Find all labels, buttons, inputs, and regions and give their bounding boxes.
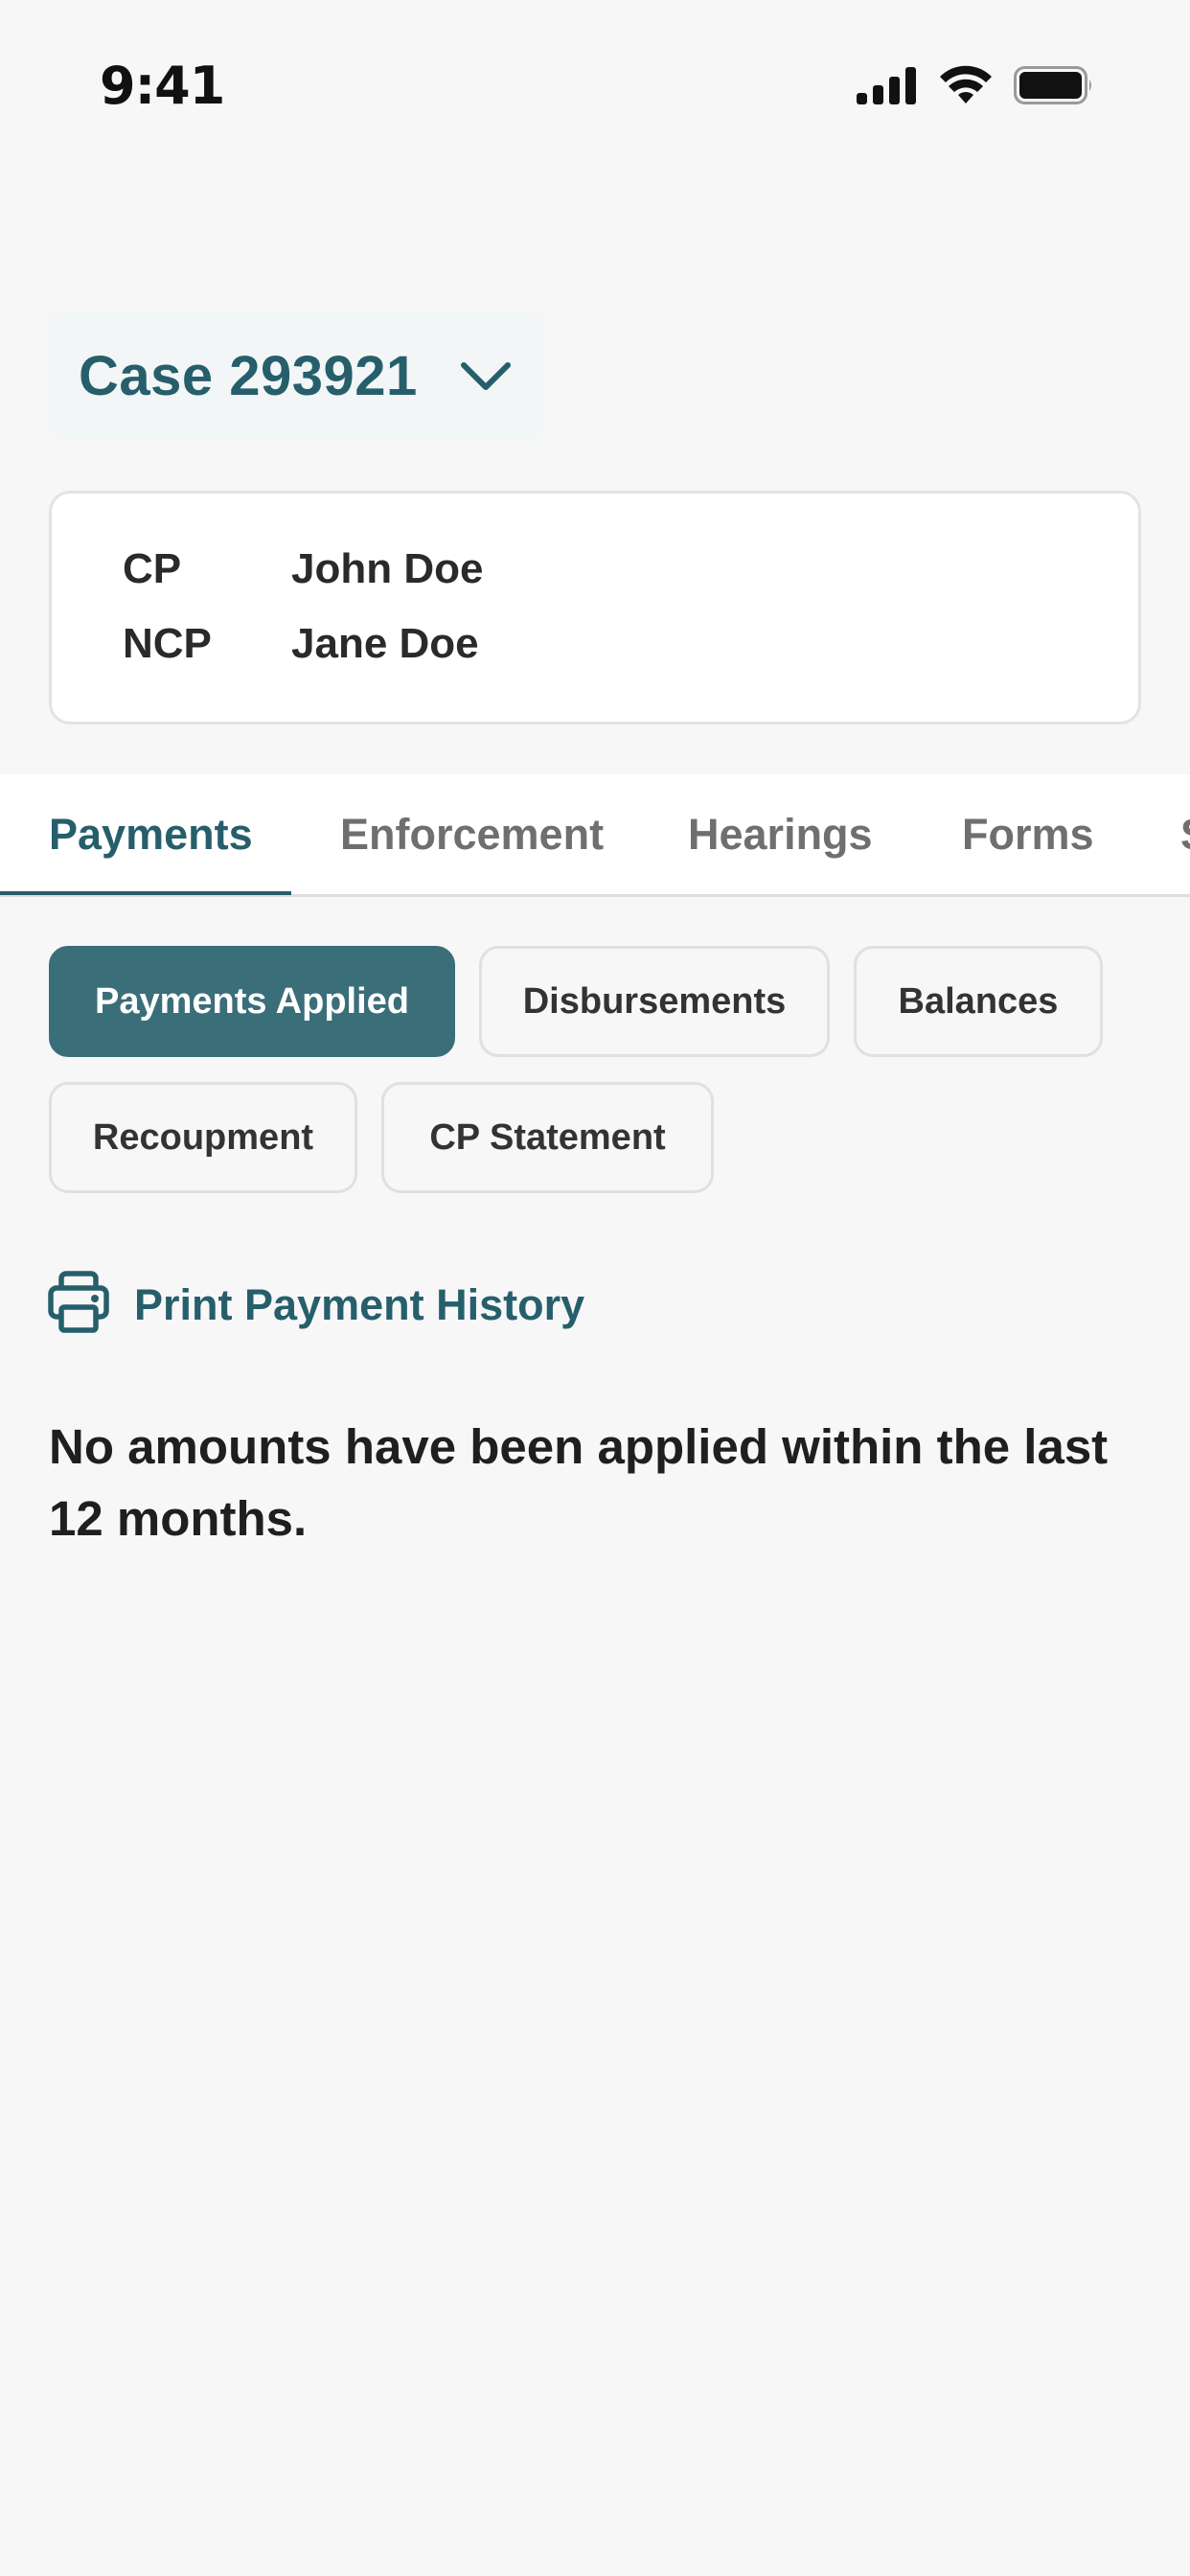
print-payment-history-link[interactable]: Print Payment History xyxy=(48,1271,584,1339)
chevron-down-icon xyxy=(460,360,512,391)
wifi-icon xyxy=(939,65,993,110)
party-row-cp: CP John Doe xyxy=(123,545,483,593)
party-name: Jane Doe xyxy=(291,620,479,667)
tab-bar: Payments Enforcement Hearings Forms S xyxy=(0,774,1190,897)
printer-icon xyxy=(48,1271,109,1339)
party-role: NCP xyxy=(123,620,212,667)
party-name: John Doe xyxy=(291,545,484,592)
tab-hearings[interactable]: Hearings xyxy=(688,774,873,894)
filter-payments-applied[interactable]: Payments Applied xyxy=(49,946,455,1057)
party-role: CP xyxy=(123,545,182,592)
case-selector[interactable]: Case 293921 xyxy=(48,312,544,439)
tab-payments[interactable]: Payments xyxy=(49,774,253,894)
party-row-ncp: NCP Jane Doe xyxy=(123,620,479,668)
tab-forms[interactable]: Forms xyxy=(962,774,1094,894)
empty-state-message: No amounts have been applied within the … xyxy=(49,1419,1109,1546)
filter-disbursements[interactable]: Disbursements xyxy=(479,946,830,1057)
status-bar: 9:41 xyxy=(0,0,1190,153)
case-title: Case 293921 xyxy=(79,344,418,407)
cellular-signal-icon xyxy=(857,66,918,109)
filter-cp-statement[interactable]: CP Statement xyxy=(381,1082,714,1193)
battery-icon xyxy=(1014,66,1094,109)
status-icons xyxy=(857,65,1094,110)
status-time: 9:41 xyxy=(100,56,225,116)
active-tab-indicator xyxy=(0,891,291,895)
tab-overflow[interactable]: S xyxy=(1180,774,1190,894)
tab-enforcement[interactable]: Enforcement xyxy=(340,774,604,894)
print-link-label: Print Payment History xyxy=(134,1279,585,1329)
filter-balances[interactable]: Balances xyxy=(854,946,1103,1057)
party-card: CP John Doe NCP Jane Doe xyxy=(49,491,1141,724)
filter-recoupment[interactable]: Recoupment xyxy=(49,1082,357,1193)
